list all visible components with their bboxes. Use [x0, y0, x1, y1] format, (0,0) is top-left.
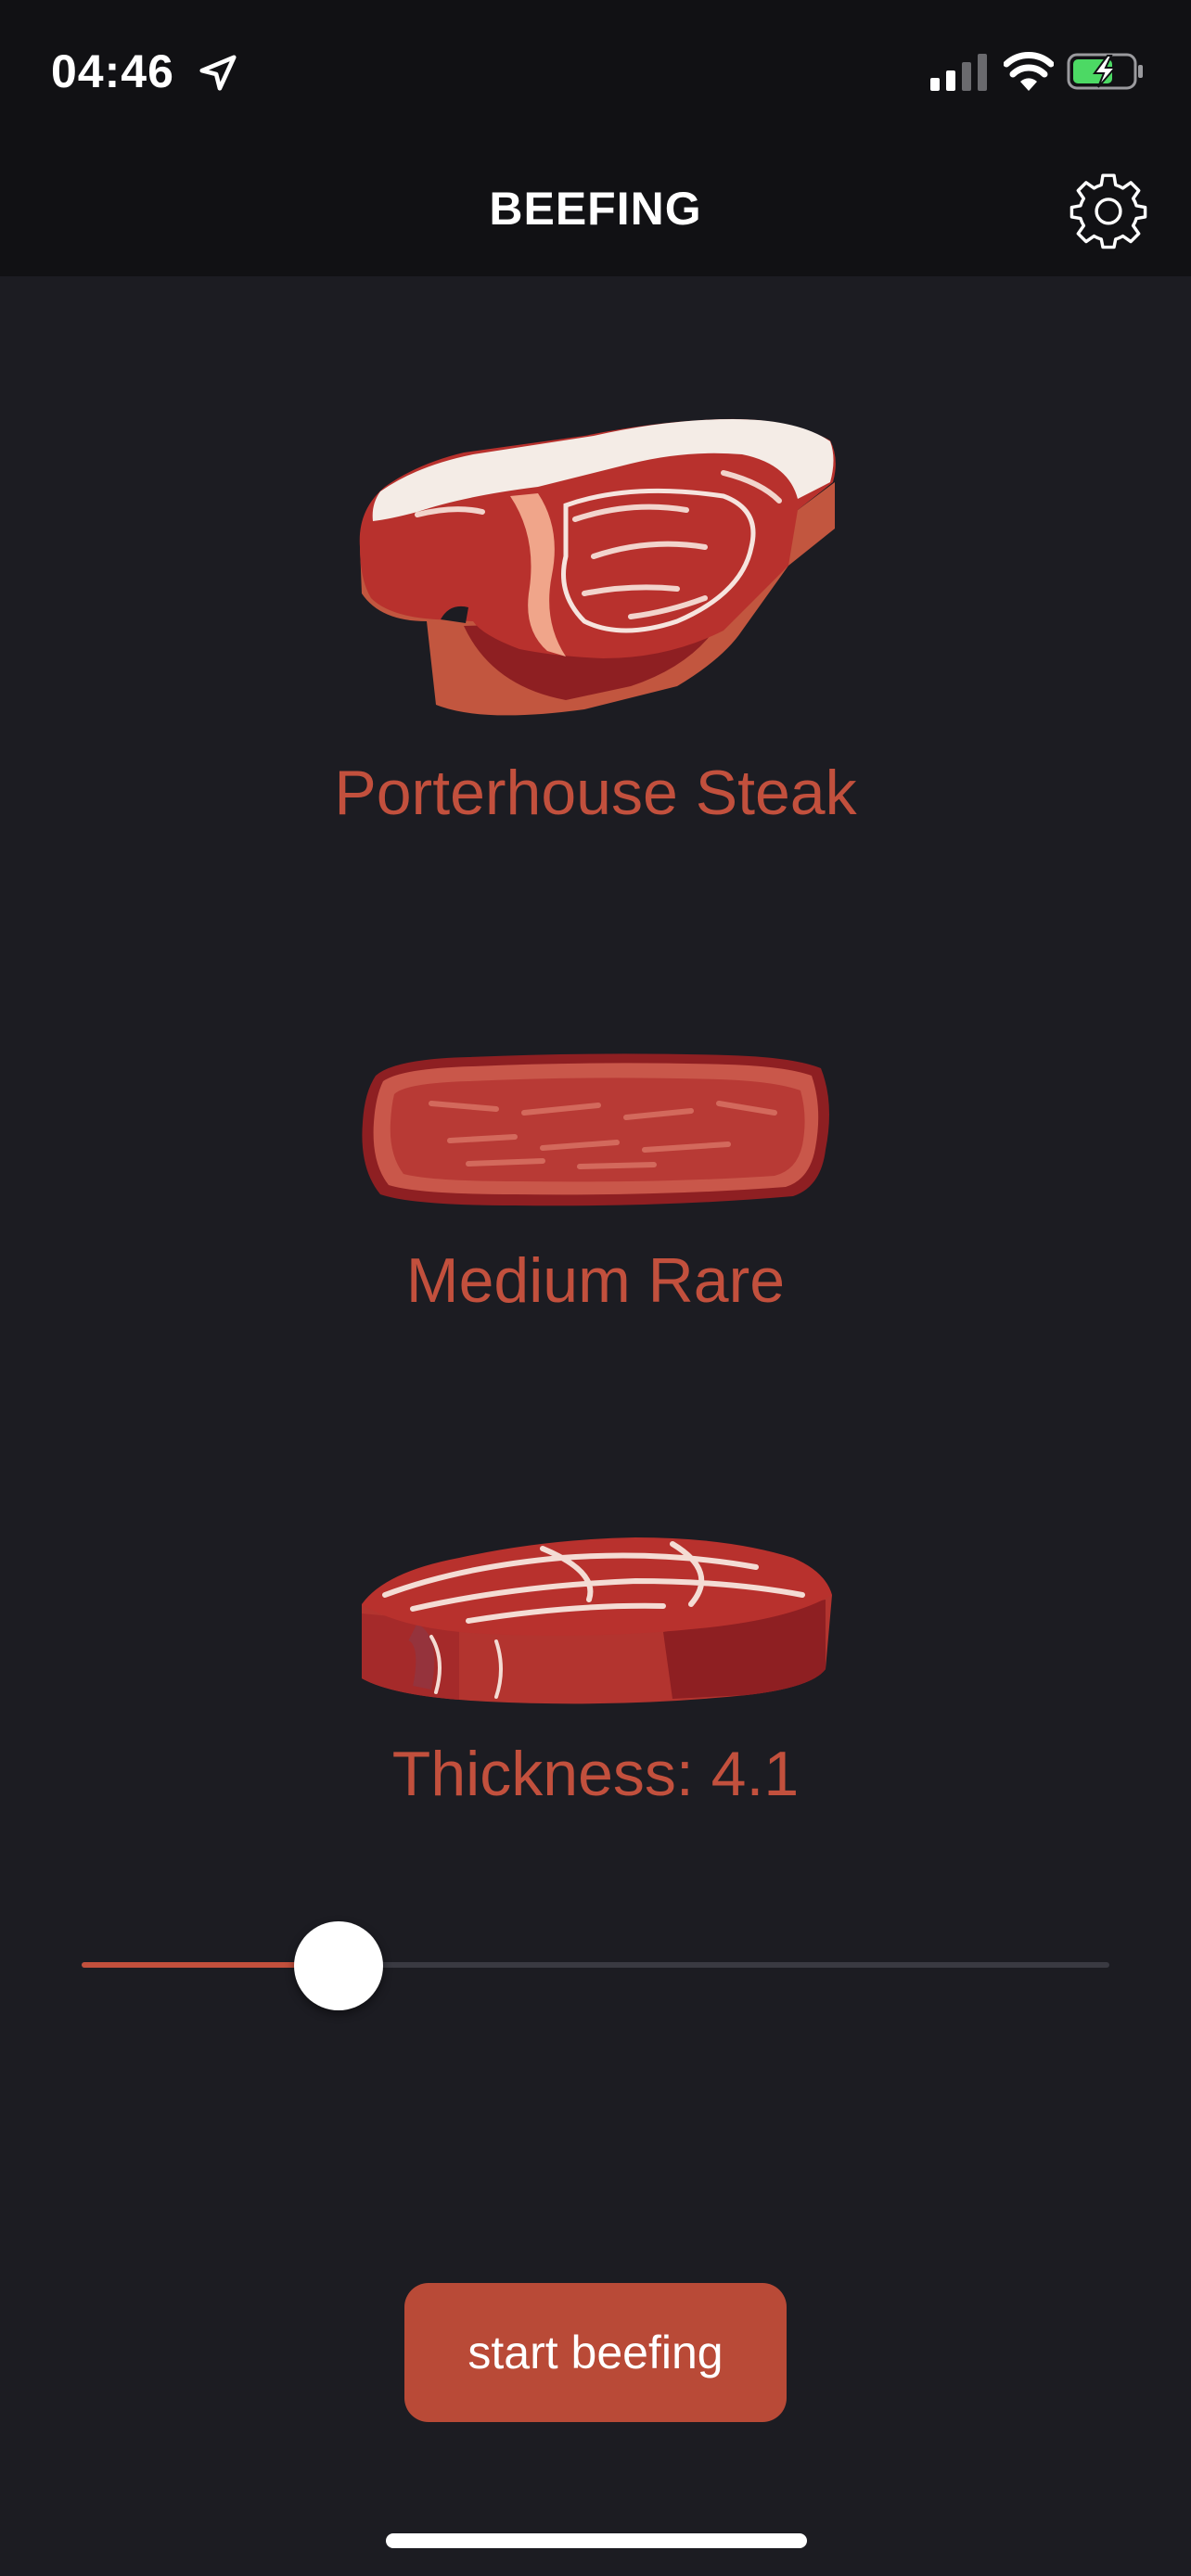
- thickness-section: Thickness: 4.1: [0, 1530, 1191, 1827]
- doneness-selector[interactable]: Medium Rare: [0, 1048, 1191, 1335]
- wifi-icon: [1004, 52, 1054, 91]
- battery-charging-icon: [1067, 53, 1143, 90]
- status-time: 04:46: [51, 45, 174, 97]
- doneness-label[interactable]: Medium Rare: [0, 1244, 1191, 1317]
- cut-selector[interactable]: Porterhouse Steak: [0, 408, 1191, 844]
- location-arrow-icon: [199, 55, 237, 91]
- medium-rare-steak-illustration[interactable]: [357, 1048, 835, 1210]
- slider-thumb[interactable]: [294, 1921, 383, 2010]
- cut-label[interactable]: Porterhouse Steak: [0, 757, 1191, 829]
- steak-thickness-illustration: [362, 1537, 832, 1704]
- cellular-signal-icon: [930, 54, 987, 91]
- thickness-label: Thickness: 4.1: [391, 1739, 800, 1809]
- gear-icon: [1069, 173, 1147, 249]
- navigation-bar: BEEFING: [0, 139, 1191, 276]
- app-screen: 04:46 BEEFING Porterhouse Steak Medium R…: [0, 0, 1191, 2576]
- home-indicator[interactable]: [386, 2533, 807, 2548]
- thickness-slider[interactable]: [82, 1919, 1109, 2012]
- start-beefing-button[interactable]: start beefing: [404, 2283, 787, 2422]
- porterhouse-steak-illustration[interactable]: [352, 408, 839, 723]
- app-title: BEEFING: [489, 183, 702, 235]
- settings-button[interactable]: [1067, 169, 1150, 252]
- status-bar: 04:46: [0, 0, 1191, 139]
